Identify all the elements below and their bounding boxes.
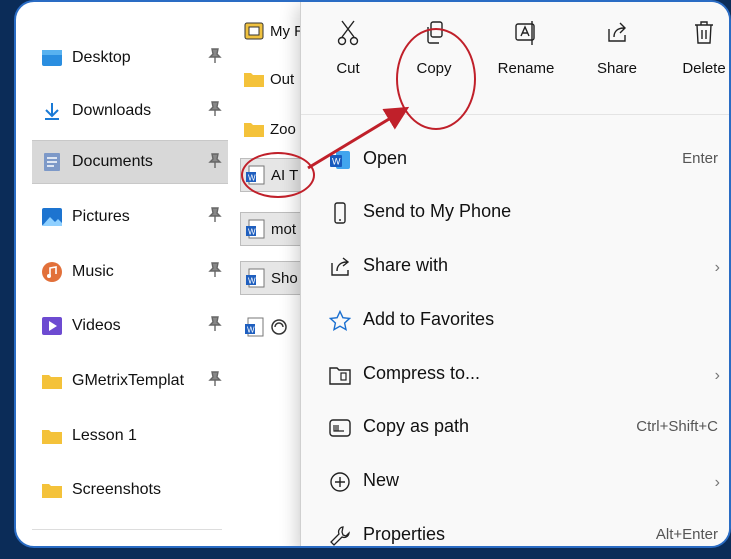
chevron-right-icon: › [714,259,720,276]
shortcut-text: Ctrl+Shift+C [636,418,718,435]
word-doc-icon: W [245,317,264,337]
shortcut-text: Enter [682,150,718,167]
download-icon [42,101,62,121]
desktop-icon [42,48,62,68]
pin-icon [208,371,222,386]
menu-item-label: Share with [363,255,449,275]
menu-item-add-to-favorites[interactable]: Add to Favorites [301,293,729,347]
svg-text:W: W [332,157,341,167]
path-icon [329,419,351,437]
svg-text:W: W [247,326,255,335]
navigation-pane: Desktop Downloads Documents Pictures Mus… [16,2,228,546]
rename-label: Rename [497,60,555,77]
folder-icon [42,371,62,391]
sidebar-item-label: Documents [72,153,153,170]
sidebar-item-pictures[interactable]: Pictures [42,195,228,239]
pin-icon [208,262,222,277]
pin-icon [208,101,222,116]
sidebar-item-downloads[interactable]: Downloads [42,89,228,133]
folder-icon [42,480,62,500]
menu-item-compress-to[interactable]: Compress to... › [301,347,729,401]
folder-icon [244,73,264,87]
share-button[interactable]: Share [578,20,656,110]
sidebar-item-label: Desktop [72,49,131,66]
rename-icon [515,21,535,45]
divider [301,114,729,115]
context-menu: Cut Copy Rename Share Delete W Open Ente… [300,2,729,546]
menu-item-copy-as-path[interactable]: Copy as path Ctrl+Shift+C [301,400,729,454]
annotation-circle-copy [396,28,476,130]
file-explorer-window: Desktop Downloads Documents Pictures Mus… [14,0,731,548]
menu-item-label: Copy as path [363,416,470,436]
file-name: Out [270,70,295,88]
menu-item-label: New [363,470,400,490]
shortcut-text: Alt+Enter [655,526,718,543]
phone-icon [334,202,346,224]
rename-button[interactable]: Rename [487,20,565,110]
sidebar-item-label: Screenshots [72,481,161,498]
pin-icon [208,48,222,63]
sidebar-item-documents[interactable]: Documents [32,140,228,184]
menu-item-label: Add to Favorites [363,309,495,329]
shortcut-icon [244,22,264,40]
zip-icon [329,367,351,385]
folder-icon [42,426,62,446]
sidebar-item-gmetrixtemplat[interactable]: GMetrixTemplat [42,359,228,403]
scissors-icon [337,20,359,46]
sidebar-item-label: Pictures [72,208,130,225]
chevron-right-icon: › [714,474,720,491]
menu-item-send-to-my-phone[interactable]: Send to My Phone [301,185,729,239]
delete-label: Delete [682,60,726,77]
word-icon: W [330,151,350,169]
documents-icon [42,152,62,172]
sidebar-item-screenshots[interactable]: Screenshots [42,468,228,512]
cut-label: Cut [336,60,360,77]
sidebar-item-label: Music [72,263,114,280]
share-icon [331,257,350,276]
pin-icon [208,207,222,222]
sidebar-item-label: GMetrixTemplat [72,372,185,389]
annotation-circle-file [241,152,315,198]
sidebar-item-desktop[interactable]: Desktop [42,36,228,80]
share-icon [608,22,626,42]
menu-item-open[interactable]: W Open Enter [301,132,729,186]
sidebar-item-label: Videos [72,317,121,334]
pin-icon [208,153,222,168]
menu-item-label: Properties [363,524,446,544]
file-name: Zoo [270,120,296,138]
sidebar-item-lesson-1[interactable]: Lesson 1 [42,414,228,458]
menu-item-share-with[interactable]: Share with › [301,239,729,293]
star-icon [329,310,351,331]
svg-text:W: W [248,277,256,286]
folder-icon [244,123,264,137]
delete-button[interactable]: Delete [665,20,729,110]
divider [32,529,222,530]
sidebar-item-videos[interactable]: Videos [42,304,228,348]
sidebar-item-music[interactable]: Music [42,250,228,294]
wrench-icon [330,526,350,546]
file-name: mot [271,220,297,238]
menu-item-new[interactable]: New › [301,454,729,508]
word-doc-icon: W [246,268,265,288]
sidebar-item-label: Downloads [72,102,152,119]
plus-circle-icon [330,472,350,492]
videos-icon [42,316,62,336]
file-name: Sho [271,269,298,287]
music-icon [42,262,62,282]
sync-status-icon [271,319,287,335]
menu-item-label: Open [363,148,408,168]
chevron-right-icon: › [714,367,720,384]
pin-icon [208,316,222,331]
sidebar-item-label: Lesson 1 [72,427,137,444]
word-doc-icon: W [246,219,265,239]
pictures-icon [42,207,62,227]
svg-text:W: W [248,228,256,237]
trash-icon [695,21,713,44]
menu-item-properties[interactable]: Properties Alt+Enter [301,508,729,546]
menu-item-label: Send to My Phone [363,201,512,221]
share-label: Share [596,60,638,77]
cut-button[interactable]: Cut [309,20,387,110]
menu-item-label: Compress to... [363,363,481,383]
